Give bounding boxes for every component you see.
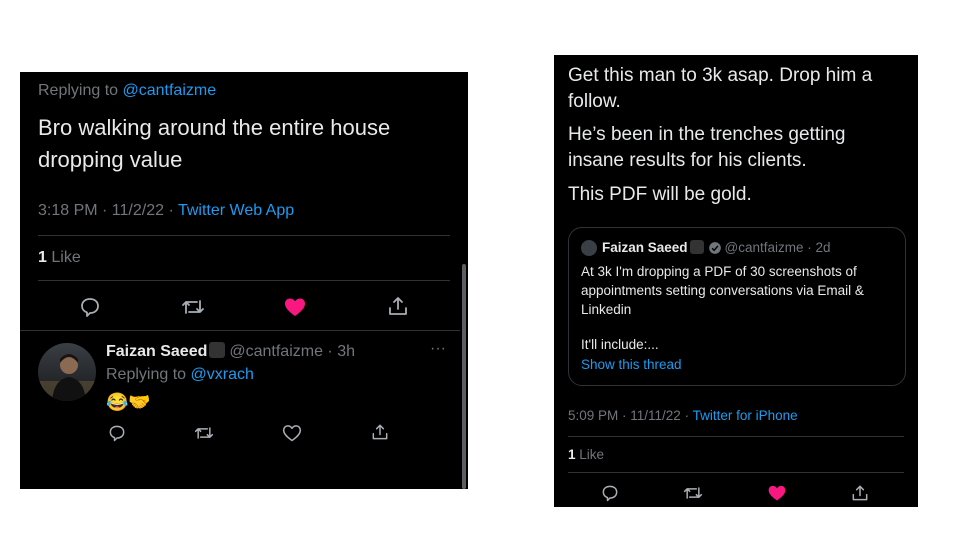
reply-replying-to: Replying to @vxrach [106, 366, 254, 384]
divider [38, 280, 450, 281]
share-icon[interactable] [386, 294, 410, 318]
quote-text-line: At 3k I'm dropping a PDF of 30 screensho… [581, 264, 857, 279]
quote-text-line: It'll include:... [581, 337, 659, 352]
tweet-text-line: Bro walking around the entire house [38, 115, 391, 140]
left-tweet-screenshot: Replying to @cantfaizme Bro walking arou… [20, 72, 468, 489]
quote-text: At 3k I'm dropping a PDF of 30 screensho… [581, 262, 864, 354]
reply-handle-time: @cantfaizme · 3h [229, 343, 355, 360]
show-this-thread-link[interactable]: Show this thread [581, 357, 682, 372]
share-icon[interactable] [850, 483, 870, 503]
quote-header: Faizan Saeed @cantfaizme · 2d [602, 240, 831, 255]
tweet-meta: 5:09 PM · 11/11/22 · Twitter for iPhone [568, 408, 798, 423]
likes-label: Like [579, 447, 605, 462]
more-options-icon[interactable]: ··· [430, 340, 446, 358]
retweet-icon[interactable] [180, 295, 206, 319]
retweet-icon[interactable] [193, 423, 215, 443]
divider [38, 235, 450, 236]
right-tweet-screenshot: Get this man to 3k asap. Drop him a foll… [554, 55, 918, 507]
scrollbar[interactable] [462, 264, 466, 489]
likes-count: 1 [38, 249, 47, 266]
tweet-text-line: follow. [568, 91, 621, 112]
divider [568, 436, 904, 437]
reply-icon[interactable] [107, 423, 127, 443]
reply-author-name[interactable]: Faizan Saeed [106, 343, 207, 360]
tweet-text-line: Get this man to 3k asap. Drop him a [568, 65, 873, 86]
tweet-timestamp[interactable]: 3:18 PM · 11/2/22 · [38, 202, 178, 219]
verified-badge-icon [708, 242, 721, 254]
likes-count: 1 [568, 447, 576, 462]
heart-icon[interactable] [282, 423, 302, 443]
heart-liked-icon[interactable] [767, 483, 787, 503]
replying-to-handle-link[interactable]: @cantfaizme [123, 82, 217, 99]
heart-liked-icon[interactable] [283, 295, 307, 319]
tweet-source-link[interactable]: Twitter for iPhone [693, 408, 798, 423]
quote-handle-time: @cantfaizme · 2d [724, 240, 831, 255]
avatar-person-icon [38, 354, 96, 401]
replying-to-line: Replying to @cantfaizme [38, 82, 216, 100]
likes-count-row[interactable]: 1 Like [568, 447, 604, 462]
ninja-emoji-icon [689, 240, 704, 254]
retweet-icon[interactable] [682, 483, 704, 503]
likes-label: Like [51, 249, 81, 266]
likes-count-row[interactable]: 1 Like [38, 249, 81, 267]
divider [20, 330, 460, 331]
reply-icon[interactable] [78, 295, 102, 319]
tweet-text: Bro walking around the entire house drop… [38, 112, 390, 176]
quote-author-name: Faizan Saeed [602, 240, 688, 255]
tweet-text-paragraph-1: Get this man to 3k asap. Drop him a foll… [568, 63, 872, 115]
reply-icon[interactable] [600, 483, 620, 503]
replying-to-label: Replying to [38, 82, 119, 99]
quote-text-line: appointments setting conversations via E… [581, 283, 864, 298]
avatar[interactable] [38, 343, 96, 401]
tweet-text-paragraph-3: This PDF will be gold. [568, 184, 752, 205]
quote-text-line: Linkedin [581, 302, 632, 317]
tweet-text-line: dropping value [38, 147, 183, 172]
reply-header: Faizan Saeed @cantfaizme · 3h [106, 342, 355, 361]
tweet-timestamp[interactable]: 5:09 PM · 11/11/22 · [568, 408, 693, 423]
replying-to-handle-link[interactable]: @vxrach [191, 366, 254, 383]
divider [568, 472, 904, 473]
quote-avatar [581, 240, 597, 256]
tweet-source-link[interactable]: Twitter Web App [178, 202, 294, 219]
replying-to-label: Replying to [106, 366, 187, 383]
tweet-text-line: insane results for his clients. [568, 150, 807, 171]
reply-emoji-text: 😂🤝 [106, 392, 151, 412]
share-icon[interactable] [370, 422, 390, 442]
tweet-text-paragraph-2: He’s been in the trenches getting insane… [568, 122, 845, 174]
ninja-emoji-icon [209, 342, 226, 358]
tweet-text-line: He’s been in the trenches getting [568, 124, 846, 145]
quoted-tweet-card[interactable]: Faizan Saeed @cantfaizme · 2d At 3k I'm d… [568, 227, 906, 386]
tweet-meta: 3:18 PM · 11/2/22 · Twitter Web App [38, 202, 294, 220]
